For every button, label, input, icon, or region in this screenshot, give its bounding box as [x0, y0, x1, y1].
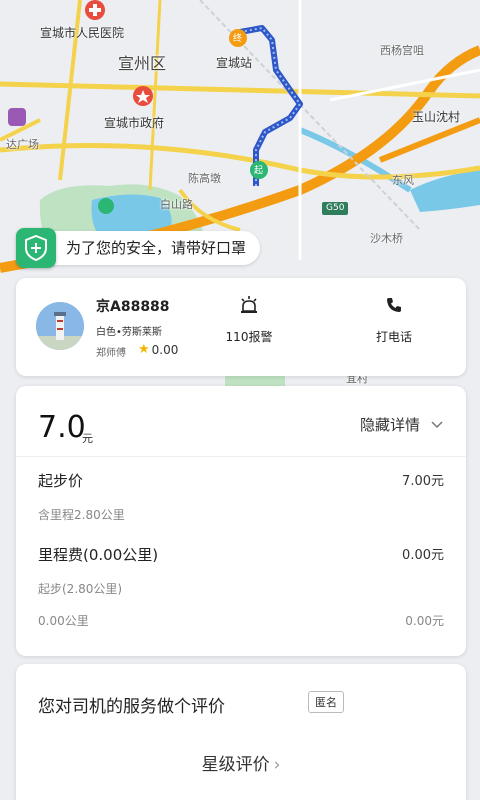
star-rating-label: 星级评价 [201, 755, 270, 775]
alarm-icon [204, 292, 294, 318]
chevron-down-icon [431, 420, 443, 428]
hide-detail-label: 隐藏详情 [359, 416, 420, 434]
shield-icon[interactable] [16, 228, 56, 268]
star-icon: ★ [138, 342, 150, 357]
map-label-highway: G50 [326, 203, 345, 213]
call-button[interactable]: 打电话 [349, 292, 439, 345]
fare-row-base-note: 含里程2.80公里 [38, 506, 444, 523]
hide-detail-button[interactable]: 隐藏详情 [360, 414, 444, 435]
fare-row-mileage-note: 起步(2.80公里) [38, 580, 444, 597]
fare-row-mileage: 里程费(0.00公里) 0.00元 [38, 544, 444, 565]
fare-divider [16, 456, 466, 457]
map-label-shanlu: 白山路 [160, 198, 193, 211]
rating-value: 0.00 [151, 342, 179, 357]
police-button[interactable]: 110报警 [204, 292, 294, 345]
call-label: 打电话 [375, 330, 412, 344]
driver-name: 郑师傅 [96, 348, 126, 359]
base-label: 起步价 [38, 472, 84, 490]
map-label-hospital: 宣城市人民医院 [40, 26, 125, 40]
extra-label: 0.00公里 [38, 614, 89, 628]
end-marker-icon: 终 [233, 34, 243, 44]
map-label-district: 宣州区 [118, 54, 167, 73]
rate-title: 您对司机的服务做个评价 [38, 697, 225, 717]
map-label-dongfeng: 东风 [392, 174, 414, 187]
fare-total: 7.0 [38, 410, 86, 445]
car-model: 白色•劳斯莱斯 [96, 327, 162, 338]
map-label-shamu: 沙木桥 [370, 232, 403, 245]
chevron-right-icon: › [273, 755, 281, 775]
base-note: 含里程2.80公里 [38, 508, 125, 522]
driver-rating: ★ 0.00 [138, 342, 178, 357]
license-plate: 京A88888 [96, 299, 170, 315]
map-label-yushan: 玉山沈村 [412, 110, 461, 124]
rate-card: 您对司机的服务做个评价 匿名 星级评价 › [16, 664, 466, 800]
driver-card: 京A88888 白色•劳斯莱斯 郑师傅 ★ 0.00 110报警 打电话 [16, 278, 466, 376]
mileage-value: 0.00元 [402, 548, 444, 563]
mileage-label: 里程费(0.00公里) [38, 546, 159, 564]
map-label-xiyang: 西杨宫咀 [380, 44, 424, 57]
map-label-station: 宣城站 [216, 56, 253, 70]
safety-tip-text: 为了您的安全，请带好口罩 [50, 231, 261, 265]
police-label: 110报警 [225, 330, 273, 344]
fare-row-base: 起步价 7.00元 [38, 470, 444, 491]
phone-icon [349, 292, 439, 318]
extra-value: 0.00元 [405, 614, 444, 628]
base-value: 7.00元 [402, 474, 444, 489]
map-label-plaza: 达广场 [6, 138, 39, 151]
safety-banner[interactable]: 为了您的安全，请带好口罩 [16, 228, 261, 268]
mileage-note: 起步(2.80公里) [38, 582, 123, 596]
start-marker-icon: 起 [254, 166, 264, 176]
anonymous-badge[interactable]: 匿名 [308, 691, 344, 713]
fare-row-extra: 0.00公里 0.00元 [38, 612, 444, 629]
star-rating-button[interactable]: 星级评价 › [16, 750, 466, 775]
map-label-chenhao: 陈高墩 [188, 172, 221, 185]
fare-card: 7.0 元 隐藏详情 起步价 7.00元 含里程2.80公里 里程费(0.00公… [16, 386, 466, 656]
driver-avatar[interactable] [36, 302, 84, 350]
fare-unit: 元 [82, 432, 93, 445]
map-label-gov: 宣城市政府 [104, 116, 165, 130]
